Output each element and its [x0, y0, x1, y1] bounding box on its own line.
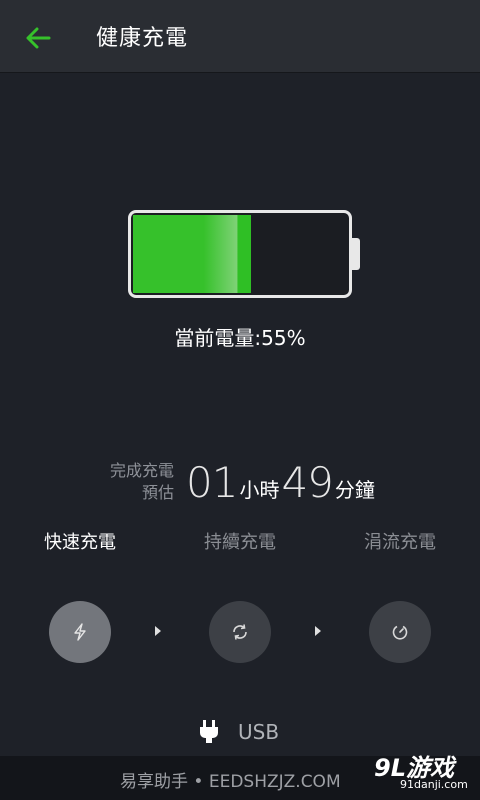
estimate-label-line1: 完成充電 [109, 461, 174, 480]
logo-subtext: 91danji.com [400, 778, 468, 791]
battery-fill [133, 215, 251, 293]
estimate-time: 01 小時 49 分鐘 [186, 458, 377, 507]
mode-label-fast: 快速充電 [44, 532, 116, 553]
estimate-minutes: 49 [281, 458, 333, 507]
plug-icon [200, 720, 218, 743]
back-arrow-icon [26, 27, 51, 49]
battery-indicator [128, 210, 352, 298]
hours-unit: 小時 [239, 478, 280, 502]
fast-charge-button[interactable] [49, 601, 111, 663]
mode-label-trickle: 涓流充電 [364, 532, 436, 553]
estimate-hours: 01 [186, 458, 238, 507]
charge-source-label: USB [238, 720, 280, 744]
refresh-icon [233, 624, 247, 640]
back-button[interactable] [18, 18, 58, 58]
trickle-charge-button[interactable] [369, 601, 431, 663]
battery-level-text: 當前電量:55% [174, 326, 306, 350]
battery-terminal [351, 238, 360, 270]
estimate-label: 完成充電 預估 [110, 460, 174, 504]
estimate-label-line2: 預估 [141, 483, 174, 502]
step-arrow-icon [315, 626, 321, 636]
minutes-unit: 分鐘 [334, 478, 375, 502]
site-logo: 9L游戏 91danji.com [370, 746, 470, 798]
page-title: 健康充電 [96, 26, 189, 51]
charge-source: USB [198, 720, 279, 744]
trickle-icon [392, 625, 408, 640]
step-arrow-icon [155, 626, 161, 636]
mode-label-continuous: 持續充電 [204, 532, 276, 553]
app-header: 健康充電 [0, 0, 480, 73]
lightning-icon [74, 623, 86, 641]
watermark-text: 易享助手 • EEDSHZJZ.COM [120, 772, 341, 792]
continuous-charge-button[interactable] [209, 601, 271, 663]
